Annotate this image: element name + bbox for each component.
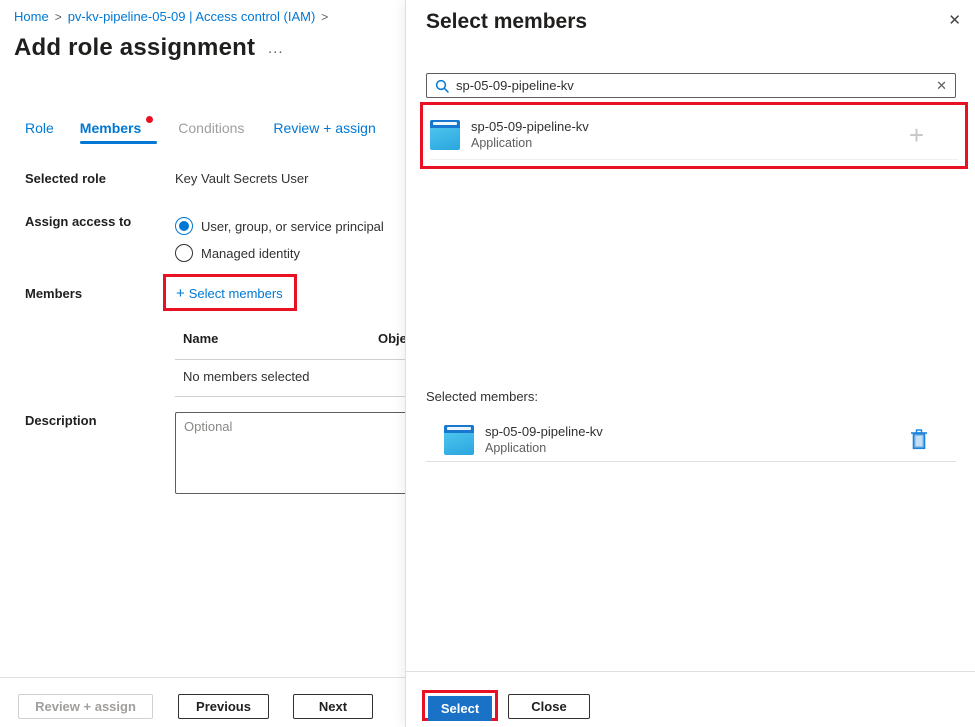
radio-unselected-icon[interactable] [175, 244, 193, 262]
review-assign-button: Review + assign [18, 694, 153, 719]
previous-button[interactable]: Previous [178, 694, 269, 719]
tab-members[interactable]: Members [80, 120, 141, 144]
empty-members-text: No members selected [183, 369, 309, 384]
breadcrumb-home-link[interactable]: Home [14, 9, 49, 24]
panel-footer-divider [406, 671, 975, 672]
active-tab-underline [80, 141, 157, 144]
panel-title: Select members [426, 10, 587, 34]
next-button[interactable]: Next [293, 694, 373, 719]
breadcrumb-resource-link[interactable]: pv-kv-pipeline-05-09 | Access control (I… [68, 9, 316, 24]
application-icon-stripe [433, 122, 457, 125]
search-result-item[interactable]: sp-05-09-pipeline-kv Application + [430, 118, 958, 160]
description-label: Description [25, 413, 97, 428]
application-icon [430, 120, 460, 150]
select-members-link-label: Select members [189, 286, 283, 301]
chevron-right-icon: > [321, 10, 328, 24]
tab-conditions: Conditions [178, 120, 244, 144]
radio-user-group-service-principal[interactable]: User, group, or service principal [175, 217, 384, 235]
application-icon [444, 425, 474, 455]
radio-label: User, group, or service principal [201, 219, 384, 234]
plus-icon: + [176, 285, 185, 302]
selected-role-label: Selected role [25, 171, 106, 186]
radio-managed-identity[interactable]: Managed identity [175, 244, 384, 262]
column-header-object-id: Obje [378, 331, 405, 346]
add-role-assignment-page: Home > pv-kv-pipeline-05-09 | Access contr… [0, 0, 405, 727]
trash-icon [910, 429, 928, 450]
add-member-plus-icon[interactable]: + [909, 122, 924, 148]
table-row-divider [175, 396, 405, 397]
more-actions-icon[interactable]: ... [268, 40, 284, 57]
selected-members-label: Selected members: [426, 389, 538, 404]
breadcrumb: Home > pv-kv-pipeline-05-09 | Access contr… [14, 9, 334, 24]
search-icon [435, 79, 449, 93]
application-icon-stripe [447, 427, 471, 430]
red-highlight-box: sp-05-09-pipeline-kv Application + [420, 102, 968, 169]
member-name: sp-05-09-pipeline-kv [471, 118, 909, 135]
select-members-panel: Select members ✕ ✕ sp-05-09-pipeline-kv … [405, 0, 975, 727]
selected-member-divider [426, 461, 956, 462]
column-header-name: Name [183, 331, 218, 346]
wizard-tabs: Role Members Conditions Review + assign [25, 120, 376, 144]
select-button[interactable]: Select [428, 696, 492, 721]
tab-members-label: Members [80, 120, 141, 136]
member-texts: sp-05-09-pipeline-kv Application [485, 423, 910, 456]
remove-member-button[interactable] [910, 429, 928, 450]
selected-role-value: Key Vault Secrets User [175, 171, 308, 186]
member-search-box[interactable]: ✕ [426, 73, 956, 98]
description-textarea[interactable] [175, 412, 405, 494]
table-header-divider [175, 359, 405, 360]
assign-access-to-label: Assign access to [25, 214, 131, 229]
member-type: Application [471, 135, 909, 151]
radio-selected-icon[interactable] [175, 217, 193, 235]
clear-search-icon[interactable]: ✕ [930, 78, 947, 94]
radio-label: Managed identity [201, 246, 300, 261]
tab-review-assign[interactable]: Review + assign [273, 120, 375, 144]
page-title: Add role assignment [14, 34, 255, 62]
unsaved-changes-dot-icon [146, 116, 153, 123]
selected-member-item: sp-05-09-pipeline-kv Application [444, 423, 956, 456]
assign-access-radio-group: User, group, or service principal Manage… [175, 217, 384, 271]
member-type: Application [485, 440, 910, 456]
member-texts: sp-05-09-pipeline-kv Application [471, 118, 909, 151]
members-label: Members [25, 286, 82, 301]
footer-divider [0, 677, 405, 678]
close-icon[interactable]: ✕ [948, 13, 961, 28]
search-input[interactable] [456, 78, 930, 93]
member-name: sp-05-09-pipeline-kv [485, 423, 910, 440]
select-members-link[interactable]: + Select members [176, 285, 283, 302]
azure-portal-screen: Home > pv-kv-pipeline-05-09 | Access contr… [0, 0, 975, 727]
close-button[interactable]: Close [508, 694, 590, 719]
red-highlight-box: Select [422, 690, 498, 721]
chevron-right-icon: > [55, 10, 62, 24]
tab-role[interactable]: Role [25, 120, 54, 144]
